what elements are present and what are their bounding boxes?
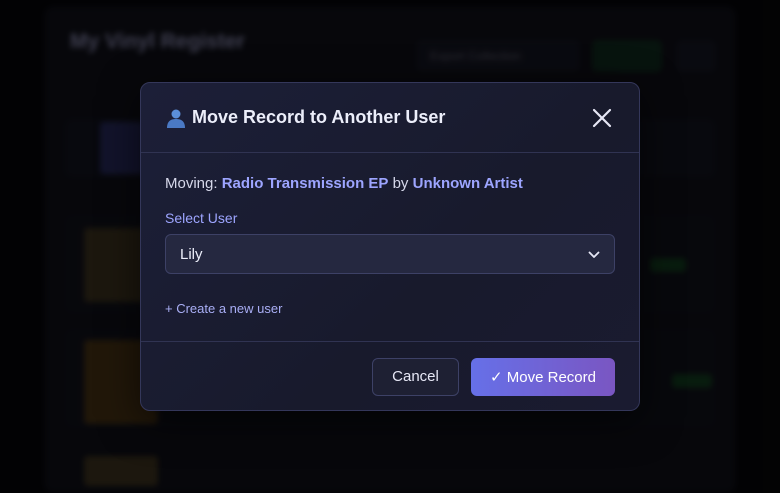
record-title: Radio Transmission EP: [221, 175, 389, 192]
user-select[interactable]: Lily: [165, 234, 615, 274]
close-icon[interactable]: [591, 107, 613, 129]
move-record-modal: Move Record to Another User Moving: Radi…: [140, 82, 640, 411]
create-new-user-link[interactable]: + Create a new user: [165, 301, 615, 316]
modal-footer: Cancel ✓ Move Record: [141, 341, 639, 411]
chevron-down-icon: [588, 246, 600, 263]
by-word: by: [392, 175, 409, 192]
cancel-button[interactable]: Cancel: [372, 357, 459, 396]
selected-user: Lily: [180, 245, 203, 263]
select-user-label: Select User: [165, 210, 238, 226]
user-icon: [165, 108, 187, 128]
record-artist: Unknown Artist: [412, 175, 523, 192]
modal-body: Moving: Radio Transmission EP by Unknown…: [141, 153, 639, 341]
moving-prefix: Moving:: [165, 175, 218, 192]
moving-description: Moving: Radio Transmission EP by Unknown…: [165, 175, 615, 192]
modal-title: Move Record to Another User: [165, 107, 445, 128]
modal-header: Move Record to Another User: [141, 83, 639, 153]
modal-title-text: Move Record to Another User: [192, 107, 446, 127]
move-record-button[interactable]: ✓ Move Record: [471, 357, 615, 396]
